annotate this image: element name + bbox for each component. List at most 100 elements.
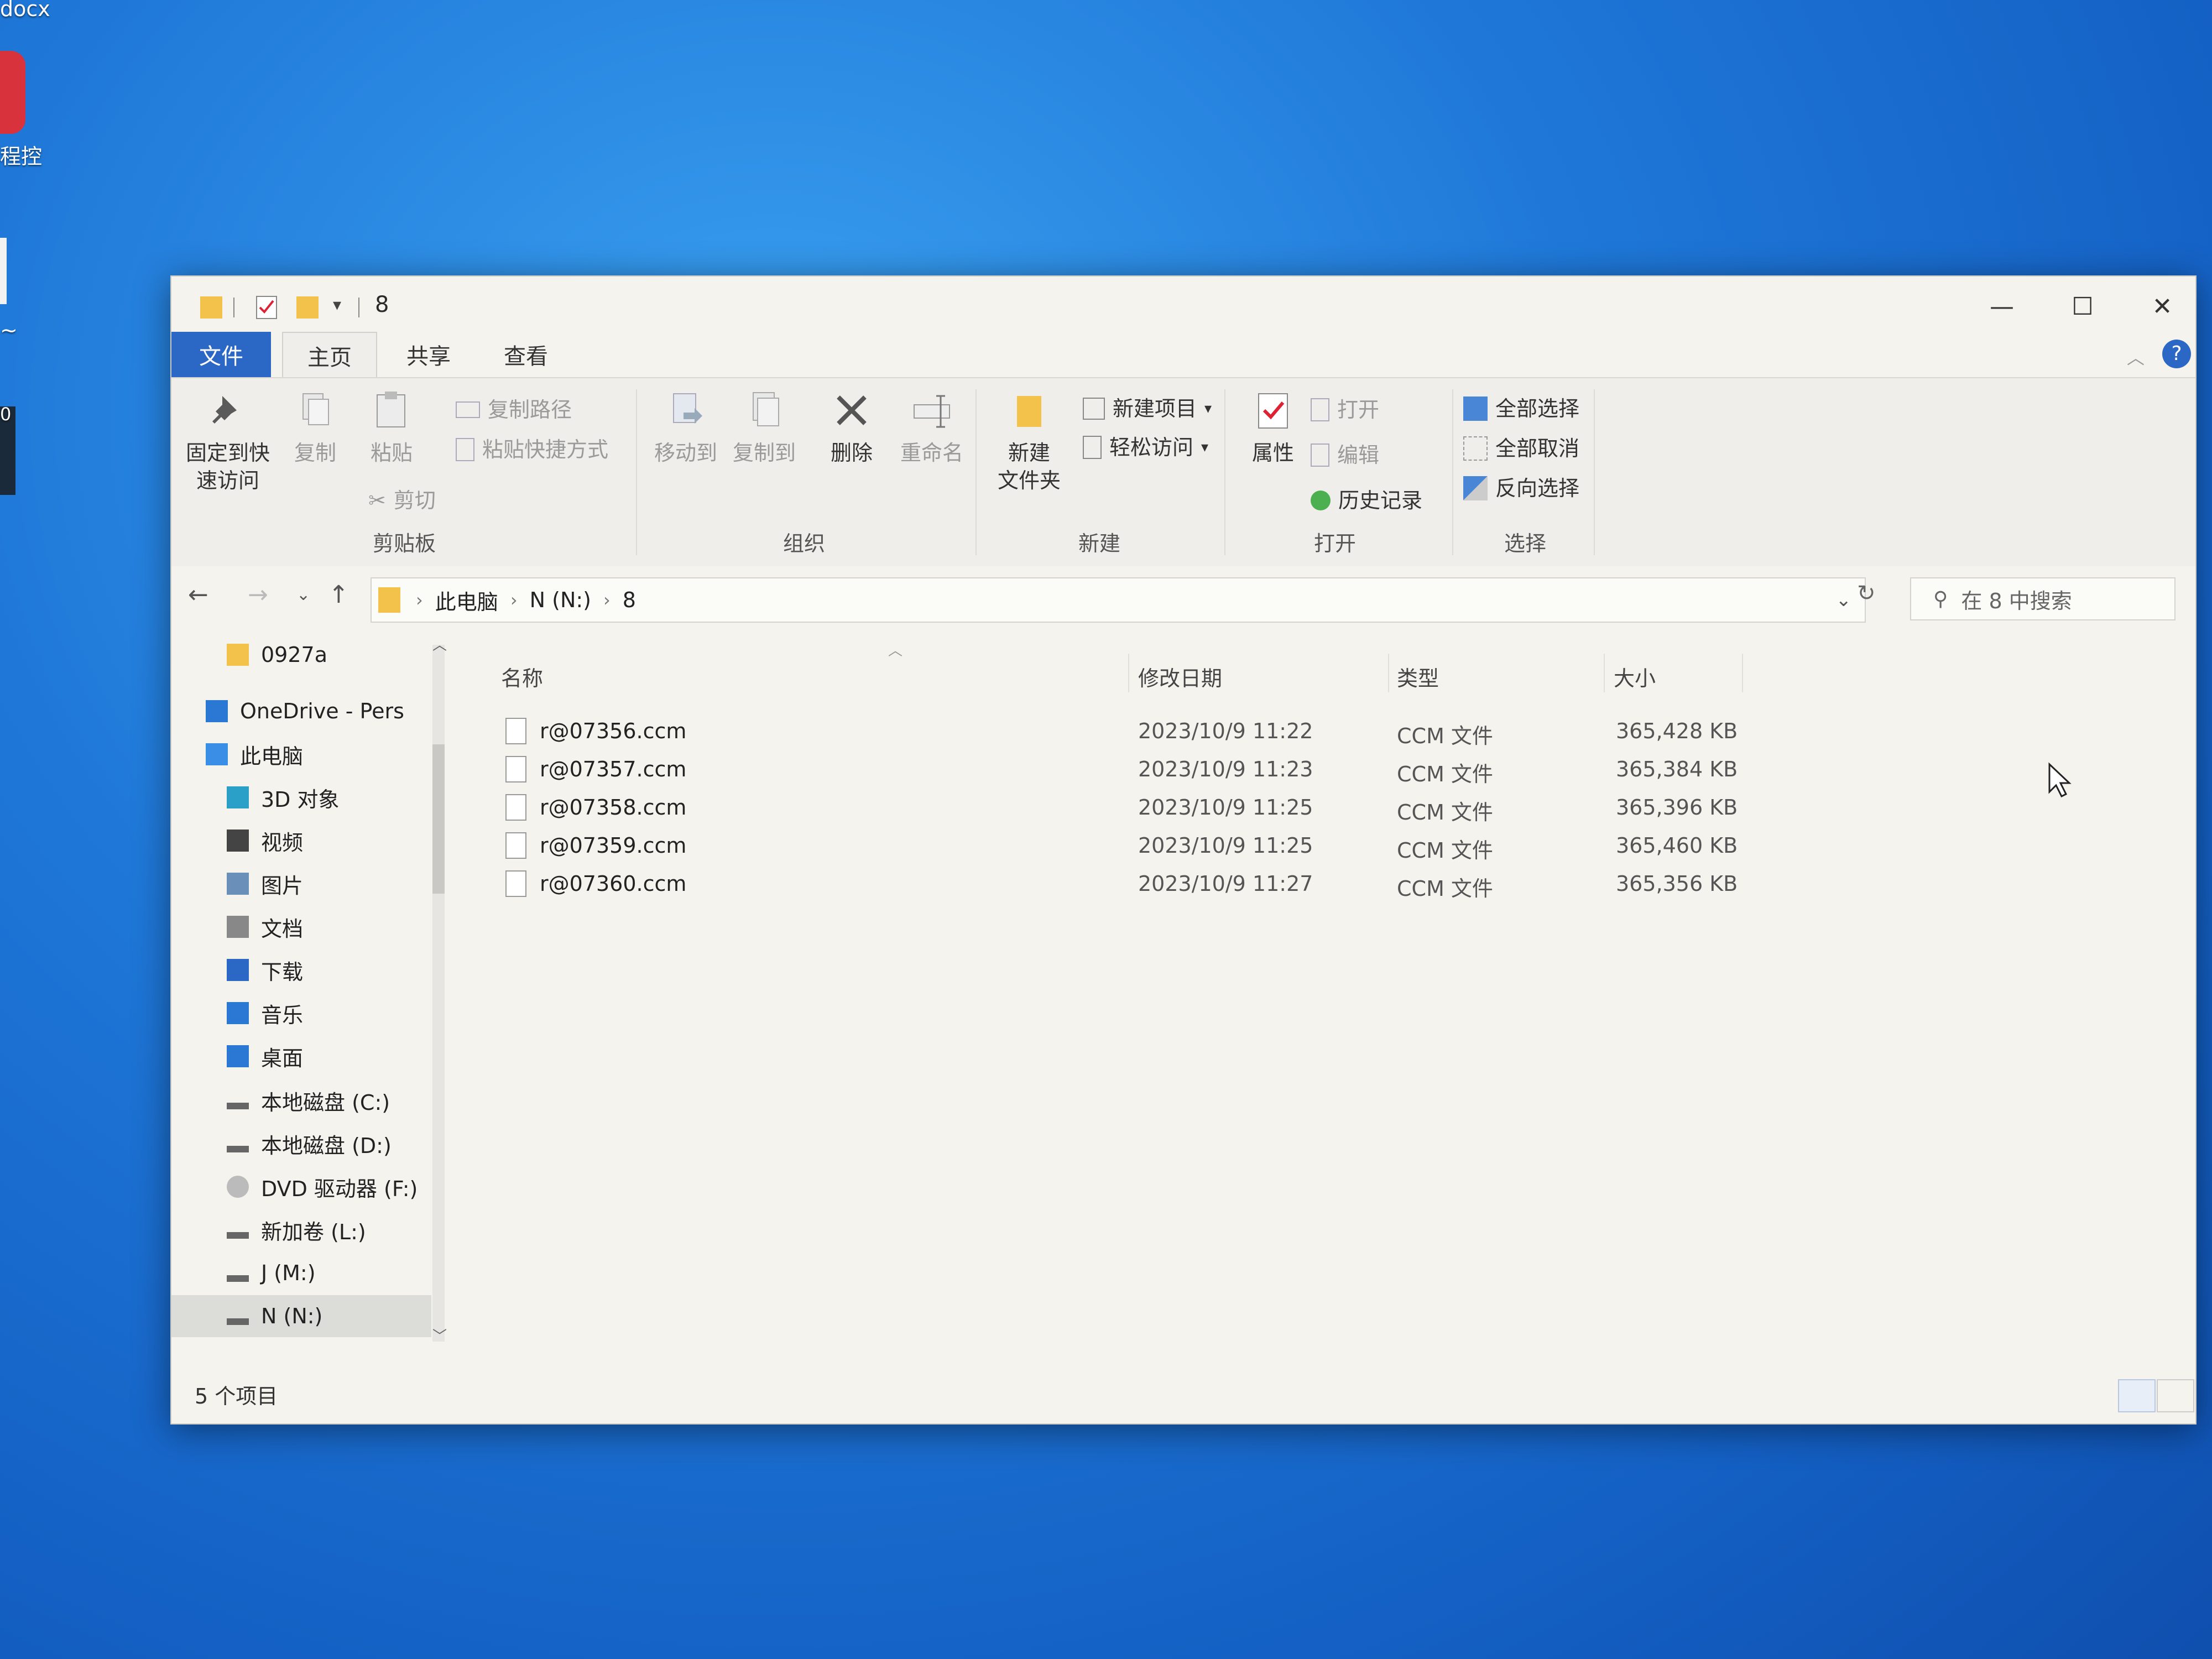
select-none-button[interactable]: 全部取消	[1463, 435, 1579, 462]
scroll-down-icon[interactable]: ﹀	[432, 1325, 447, 1345]
copy-button[interactable]: 复制	[282, 388, 348, 467]
pc-icon	[206, 743, 228, 765]
nav-item[interactable]: 本地磁盘 (C:)	[171, 1079, 431, 1121]
tab-share[interactable]: 共享	[382, 332, 476, 377]
copy-to-button[interactable]: 复制到	[726, 388, 803, 467]
new-item-button[interactable]: 新建项目 ▾	[1083, 395, 1212, 422]
column-header-date[interactable]: 修改日期	[1138, 661, 1222, 692]
new-folder-label-1: 新建	[1008, 441, 1050, 465]
scroll-up-icon[interactable]: ︿	[432, 634, 447, 654]
document-icon	[227, 916, 249, 938]
file-type: CCM 文件	[1397, 800, 1493, 825]
nav-item[interactable]: 图片	[171, 863, 431, 905]
app-icon[interactable]	[0, 51, 25, 134]
paste-button[interactable]: 粘贴	[358, 388, 425, 467]
nav-item[interactable]: 3D 对象	[171, 776, 431, 818]
select-all-button[interactable]: 全部选择	[1463, 395, 1579, 422]
file-row[interactable]: r@07359.ccm 2023/10/9 11:25 CCM 文件 365,460 …	[453, 828, 1781, 865]
nav-item[interactable]: N (N:)	[171, 1295, 431, 1337]
nav-item[interactable]: 本地磁盘 (D:)	[171, 1123, 431, 1165]
column-header-size[interactable]: 大小	[1614, 661, 1656, 692]
up-arrow-icon[interactable]: ↑	[328, 581, 349, 609]
move-to-label: 移动到	[654, 441, 717, 465]
new-folder-button[interactable]: 新建 文件夹	[988, 388, 1071, 494]
minimize-button[interactable]: —	[1963, 284, 2041, 328]
pin-quick-access-button[interactable]: 固定到快 速访问	[178, 388, 278, 494]
file-row[interactable]: r@07360.ccm 2023/10/9 11:27 CCM 文件 365,356 …	[453, 866, 1781, 904]
file-date: 2023/10/9 11:23	[1138, 757, 1313, 781]
nav-item[interactable]: DVD 驱动器 (F:)	[171, 1166, 431, 1208]
folder-icon	[200, 296, 222, 319]
nav-item[interactable]: 视频	[171, 820, 431, 862]
file-type: CCM 文件	[1397, 838, 1493, 863]
file-row[interactable]: r@07357.ccm 2023/10/9 11:23 CCM 文件 365,384 …	[453, 752, 1781, 789]
tab-home[interactable]: 主页	[282, 332, 377, 378]
open-label: 打开	[1337, 398, 1380, 422]
details-view-button[interactable]	[2118, 1379, 2156, 1412]
invert-selection-button[interactable]: 反向选择	[1463, 474, 1579, 502]
nav-item[interactable]: 桌面	[171, 1035, 431, 1077]
refresh-icon[interactable]: ↻	[1857, 581, 1876, 606]
easy-access-button[interactable]: 轻松访问 ▾	[1083, 434, 1208, 461]
large-icons-view-button[interactable]	[2157, 1379, 2194, 1412]
column-header-type[interactable]: 类型	[1397, 661, 1439, 692]
file-size: 365,356 KB	[1616, 872, 1738, 896]
group-select: 选择	[1504, 531, 1547, 556]
edit-icon	[1311, 444, 1329, 467]
nav-item[interactable]: J (M:)	[171, 1252, 431, 1294]
nav-item[interactable]: 文档	[171, 906, 431, 948]
tab-view[interactable]: 查看	[479, 332, 573, 377]
history-button[interactable]: 历史记录	[1311, 487, 1422, 514]
nav-item-label: 文档	[261, 916, 304, 941]
nav-item[interactable]: 0927a	[171, 634, 431, 676]
properties-check-icon[interactable]	[254, 293, 280, 321]
copy-path-button[interactable]: 复制路径	[456, 396, 572, 424]
file-icon	[505, 832, 526, 859]
file-size: 365,428 KB	[1616, 719, 1738, 743]
file-row[interactable]: r@07356.ccm 2023/10/9 11:22 CCM 文件 365,428 …	[453, 713, 1781, 751]
forward-arrow-icon[interactable]: →	[248, 581, 268, 609]
file-icon[interactable]	[0, 238, 7, 304]
properties-button[interactable]: 属性	[1240, 388, 1306, 467]
move-to-button[interactable]: 移动到	[647, 388, 724, 467]
recent-dropdown-icon[interactable]: ⌄	[296, 585, 310, 604]
nav-item[interactable]: 音乐	[171, 992, 431, 1034]
close-button[interactable]: ✕	[2124, 284, 2201, 328]
tab-file[interactable]: 文件	[171, 332, 271, 377]
nav-item[interactable]: 下载	[171, 949, 431, 991]
maximize-button[interactable]: ☐	[2044, 284, 2121, 328]
nav-item[interactable]: OneDrive - Pers	[171, 690, 431, 732]
desktop-label-app: 程控	[0, 144, 43, 169]
column-header-name[interactable]: 名称	[501, 661, 543, 692]
file-row[interactable]: r@07358.ccm 2023/10/9 11:25 CCM 文件 365,396 …	[453, 790, 1781, 827]
nav-item[interactable]: 此电脑	[171, 733, 431, 775]
cut-button[interactable]: ✂ 剪切	[368, 487, 436, 514]
breadcrumb-folder-8[interactable]: 8	[623, 588, 636, 612]
search-input[interactable]: ⚲ 在 8 中搜索	[1910, 577, 2176, 620]
copy-to-label: 复制到	[732, 441, 796, 465]
address-box[interactable]: › 此电脑 › N (N:) › 8 ⌄	[371, 577, 1866, 623]
delete-button[interactable]: 删除	[813, 388, 890, 467]
chevron-right-icon: ›	[416, 589, 423, 611]
folder-icon	[227, 644, 249, 666]
history-icon	[1311, 491, 1331, 510]
nav-item-label: 3D 对象	[261, 787, 340, 812]
open-button[interactable]: 打开	[1311, 396, 1379, 424]
file-size: 365,396 KB	[1616, 795, 1738, 820]
rename-button[interactable]: 重命名	[890, 388, 973, 467]
new-folder-icon[interactable]	[295, 293, 320, 321]
nav-item[interactable]: 新加卷 (L:)	[171, 1209, 431, 1251]
help-icon[interactable]: ?	[2162, 340, 2191, 368]
breadcrumb-this-pc[interactable]: 此电脑	[435, 585, 498, 615]
cut-label: 剪切	[393, 488, 436, 513]
file-icon	[505, 718, 526, 744]
back-arrow-icon[interactable]: ←	[188, 581, 208, 609]
breadcrumb-n-drive[interactable]: N (N:)	[530, 588, 591, 612]
customize-dropdown-icon[interactable]: ▾	[333, 295, 341, 323]
invert-selection-icon	[1463, 476, 1488, 500]
edit-button[interactable]: 编辑	[1311, 441, 1379, 469]
address-dropdown-icon[interactable]: ⌄	[1836, 589, 1852, 611]
paste-shortcut-button[interactable]: 粘贴快捷方式	[456, 436, 608, 463]
nav-scrollbar-thumb[interactable]	[432, 744, 445, 894]
collapse-ribbon-icon[interactable]: ︿	[2127, 344, 2145, 369]
